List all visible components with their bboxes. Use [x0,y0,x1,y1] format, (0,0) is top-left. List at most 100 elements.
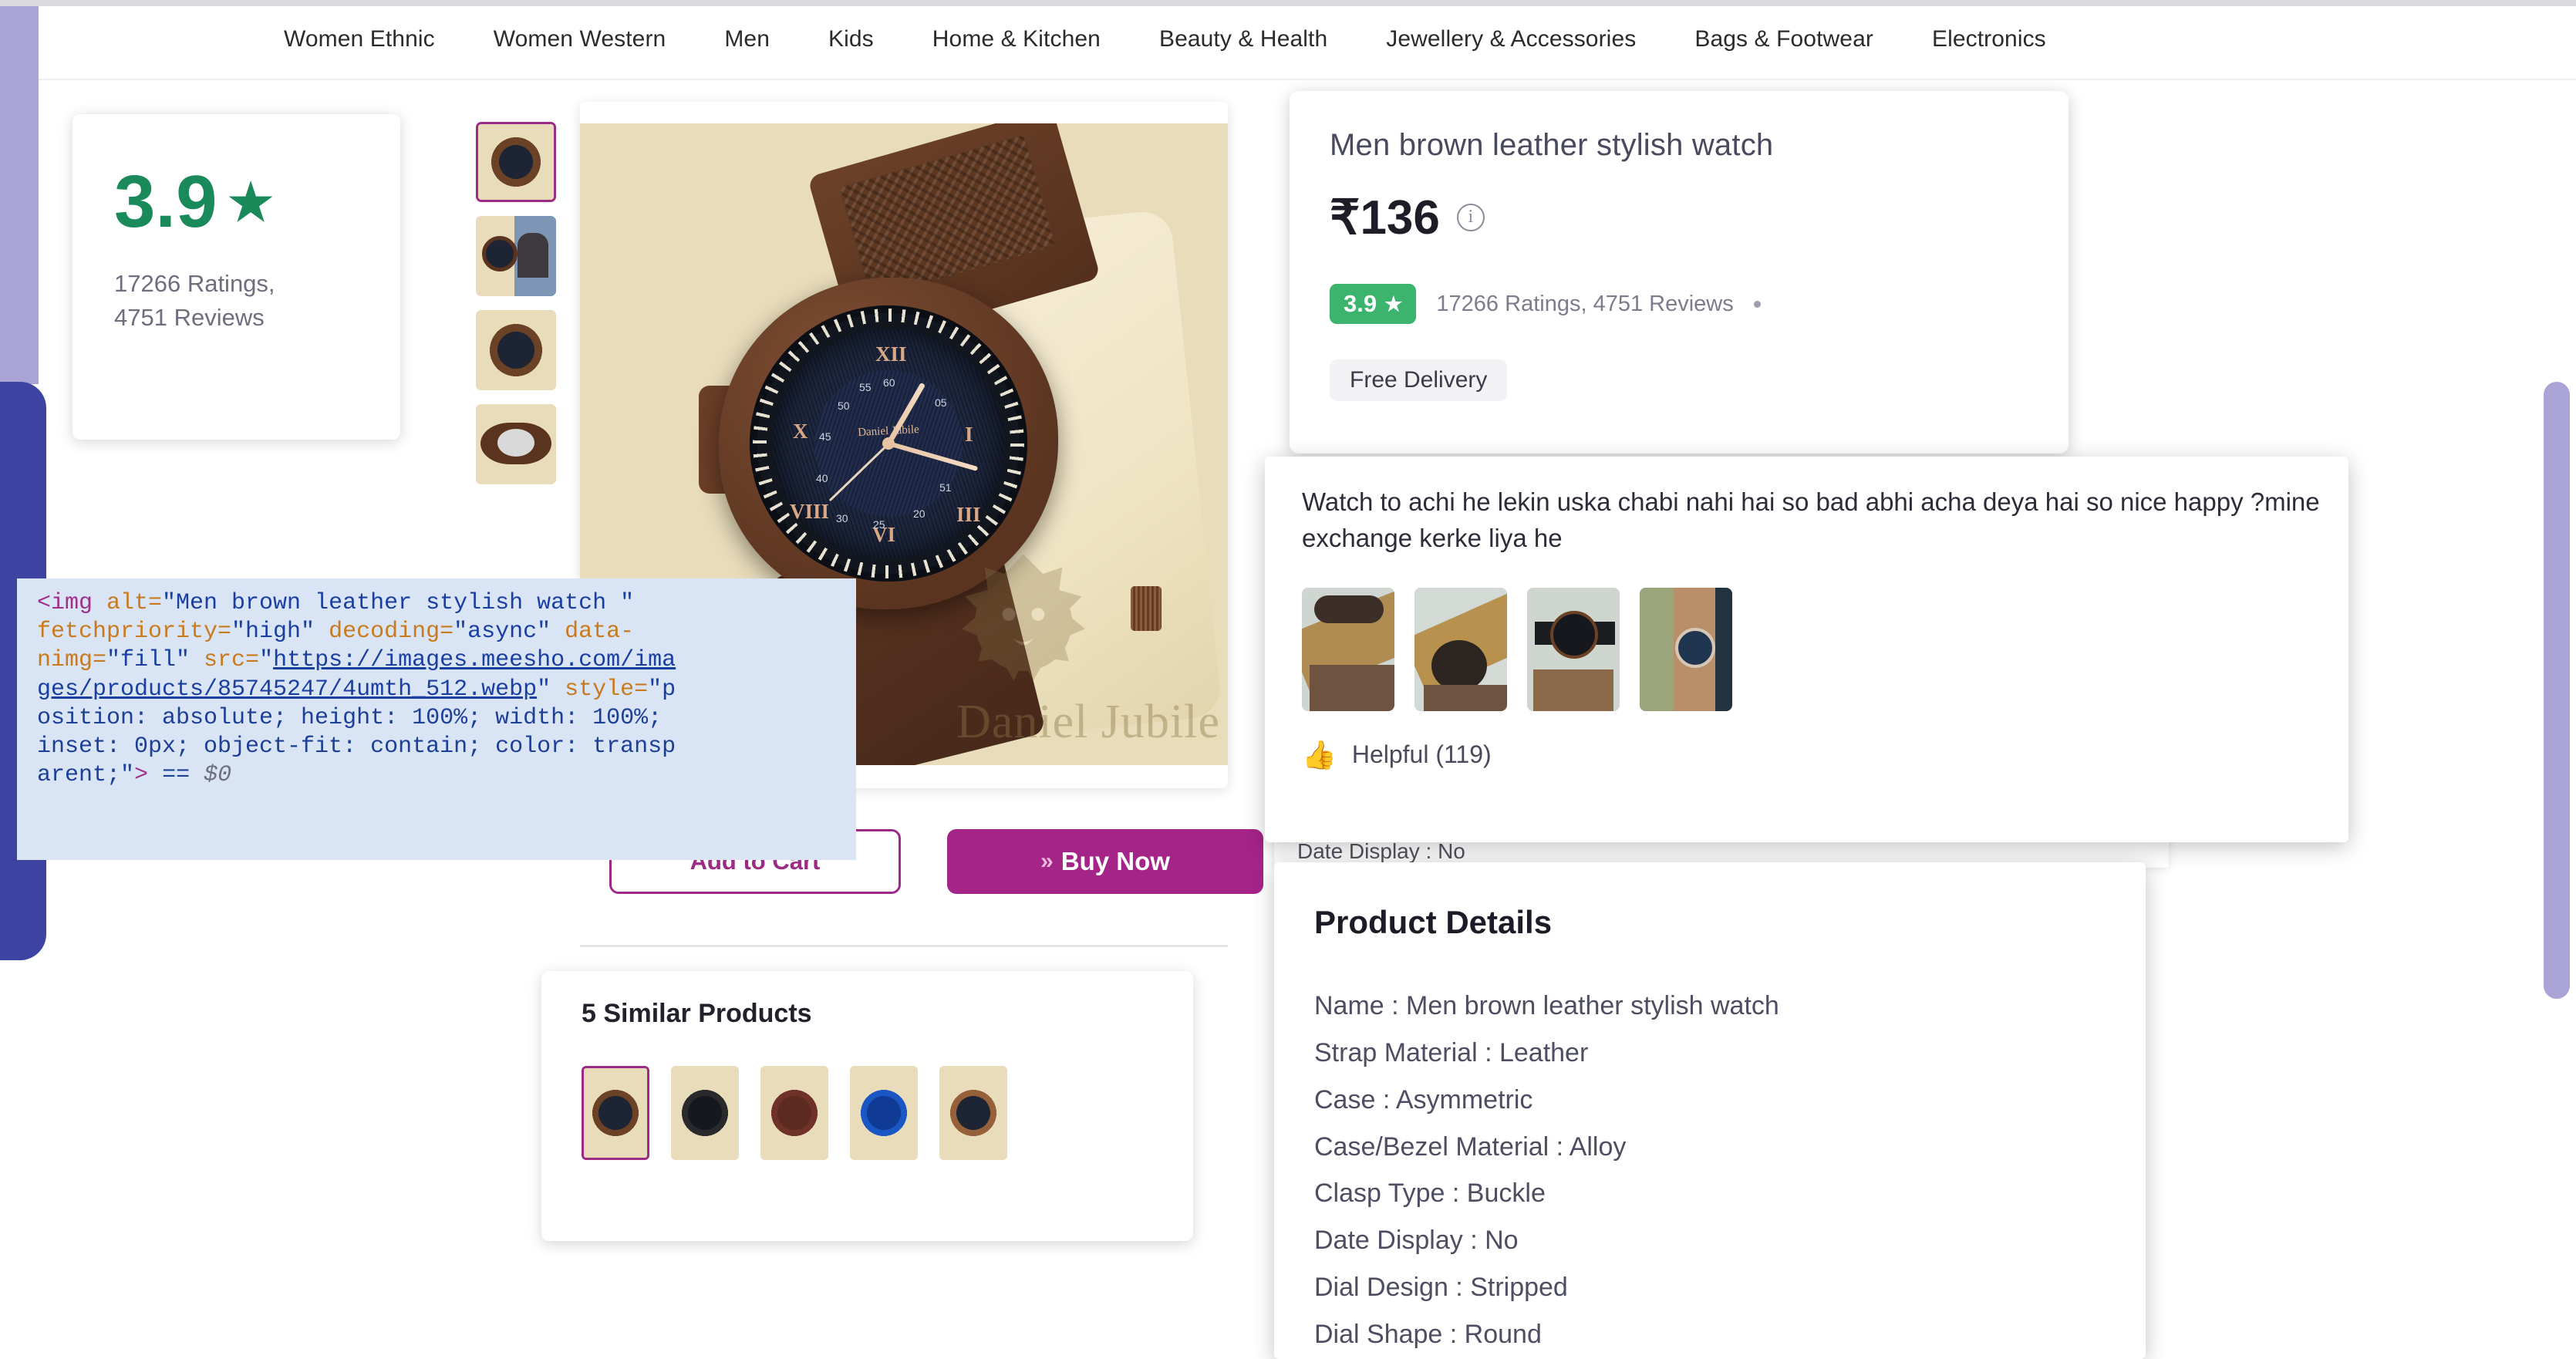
rating-row: 3.9 ★ 17266 Ratings, 4751 Reviews [1330,284,2069,324]
gallery-thumbnail-1[interactable] [476,122,556,202]
lion-watermark-icon [962,554,1085,681]
minute-number-25: 25 [873,518,885,531]
nav-item-women-western[interactable]: Women Western [464,26,696,52]
code-token-tag: > [134,762,149,789]
rating-score-row: 3.9 ★ [114,165,400,239]
detail-row-bezel: Case/Bezel Material : Alloy [1314,1131,1627,1162]
minute-number-30: 30 [836,512,848,524]
detail-row-clasp: Clasp Type : Buckle [1314,1179,1546,1209]
review-helpful-row[interactable]: 👍 Helpful (119) [1302,739,2348,771]
code-token-val: " [120,762,135,789]
review-card: Watch to achi he lekin uska chabi nahi h… [1265,457,2348,842]
review-photo-3[interactable] [1527,587,1620,711]
nav-item-electronics[interactable]: Electronics [1903,26,2075,52]
category-nav-list: Women Ethnic Women Western Men Kids Home… [255,26,2075,52]
code-token-attr: src= [204,647,260,674]
similar-product-5[interactable] [939,1066,1007,1160]
roman-numeral-iii: III [956,503,981,526]
minute-number-40: 40 [816,472,828,484]
left-scrollbar-track[interactable] [0,6,39,384]
similar-product-3[interactable] [760,1066,828,1160]
code-token-plain: arent; [37,762,121,789]
devtools-code-line-6: inset: 0px; object-fit: contain; color: … [37,733,856,761]
reviews-count-line: 4751 Reviews [114,304,265,332]
minute-number-05: 05 [935,396,947,409]
similar-product-4[interactable] [850,1066,918,1160]
detail-row-name: Name : Men brown leather stylish watch [1314,991,1779,1020]
browser-chrome-strip [0,0,2576,6]
product-details-card: Product Details Name : Men brown leather… [1274,862,2146,1359]
watch-bezel: XII I III VI X VIII 60 05 51 20 25 30 40… [750,305,1027,582]
code-token-plain: osition: absolute; height: 100%; width: … [37,704,663,731]
code-token-attr: style= [565,676,649,703]
nav-item-home-kitchen[interactable]: Home & Kitchen [903,26,1130,52]
code-token-plain: == [148,762,204,789]
nav-item-jewellery-accessories[interactable]: Jewellery & Accessories [1357,26,1665,52]
review-photo-4[interactable] [1640,587,1732,711]
watch-dial: XII I III VI X VIII 60 05 51 20 25 30 40… [773,329,1004,558]
review-text: Watch to achi he lekin uska chabi nahi h… [1302,487,2320,552]
detail-row-strap: Strap Material : Leather [1314,1037,1589,1067]
devtools-element-tooltip: <img alt="Men brown leather stylish watc… [17,578,856,860]
minute-number-20: 20 [913,508,926,520]
roman-numeral-x: X [793,420,808,443]
similar-products-card: 5 Similar Products [541,971,1193,1241]
nav-item-women-ethnic[interactable]: Women Ethnic [255,26,464,52]
nav-item-kids[interactable]: Kids [799,26,903,52]
star-icon: ★ [1384,292,1403,315]
buy-now-label: Buy Now [1060,847,1170,875]
code-token-val: "p [648,676,676,703]
product-summary-card: Men brown leather stylish watch ₹136 i 3… [1290,91,2069,454]
similar-product-1[interactable] [582,1066,649,1160]
nav-item-beauty-health[interactable]: Beauty & Health [1130,26,1357,52]
strap-weave-texture [838,134,1057,299]
rating-badge: 3.9 ★ [1330,284,1417,324]
roman-numeral-xii: XII [875,342,907,366]
review-photo-list [1302,587,2348,711]
minute-number-50: 50 [838,400,850,412]
code-token-link[interactable]: https://images.meesho.com/ima [273,647,676,673]
rating-counts-text: 17266 Ratings, 4751 Reviews [1436,291,1734,316]
code-token-attr: nimg= [37,647,107,674]
code-token-val: "fill" [106,647,204,674]
code-token-val: "high" [231,619,329,646]
code-token-attr: alt= [106,590,163,616]
code-token-attr: data- [565,619,635,646]
gallery-thumbnail-2[interactable] [476,216,556,296]
buy-now-button[interactable]: » Buy Now [947,829,1263,894]
review-photo-1[interactable] [1302,587,1394,711]
code-token-plain: inset: 0px; object-fit: contain; color: … [37,733,676,760]
rating-counts: 17266 Ratings, 4751 Reviews [114,267,330,335]
product-details-list: Name : Men brown leather stylish watch S… [1314,983,2146,1358]
watch-hand-hub [882,437,895,450]
watch-crown [1131,586,1162,631]
thumbs-up-icon: 👍 [1302,738,1337,771]
code-token-val: "async" [453,619,565,646]
code-token-dollar: $0 [204,762,232,789]
roman-numeral-viii: VIII [790,500,830,523]
page-scrollbar-thumb[interactable] [2544,382,2570,999]
product-title: Men brown leather stylish watch [1330,128,1774,162]
code-token-link[interactable]: ges/products/85745247/4umth_512.webp [37,676,537,703]
devtools-code-line-2: fetchpriority="high" decoding="async" da… [37,618,856,646]
devtools-code-line-5: osition: absolute; height: 100%; width: … [37,704,856,733]
detail-row-dial-shape: Dial Shape : Round [1314,1320,1542,1350]
detail-row-date: Date Display : No [1314,1226,1519,1256]
code-token-attr: fetchpriority= [37,619,232,646]
minute-number-60: 60 [883,376,895,389]
nav-item-bags-footwear[interactable]: Bags & Footwear [1665,26,1903,52]
product-details-title: Product Details [1314,904,1553,940]
price-row: ₹136 i [1330,189,2069,245]
detail-row-dial-design: Dial Design : Stripped [1314,1273,1568,1303]
devtools-code-line-1: <img alt="Men brown leather stylish watc… [37,589,856,618]
gallery-thumbnail-4[interactable] [476,404,556,484]
rating-score: 3.9 [114,160,217,243]
helpful-label: Helpful (119) [1351,740,1492,769]
info-icon[interactable]: i [1456,203,1485,231]
product-price: ₹136 [1330,191,1440,244]
review-photo-2[interactable] [1414,587,1507,711]
gallery-thumbnail-3[interactable] [476,310,556,390]
similar-product-2[interactable] [671,1066,739,1160]
nav-item-men[interactable]: Men [695,26,799,52]
devtools-code-line-7: arent;"> == $0 [37,761,856,790]
